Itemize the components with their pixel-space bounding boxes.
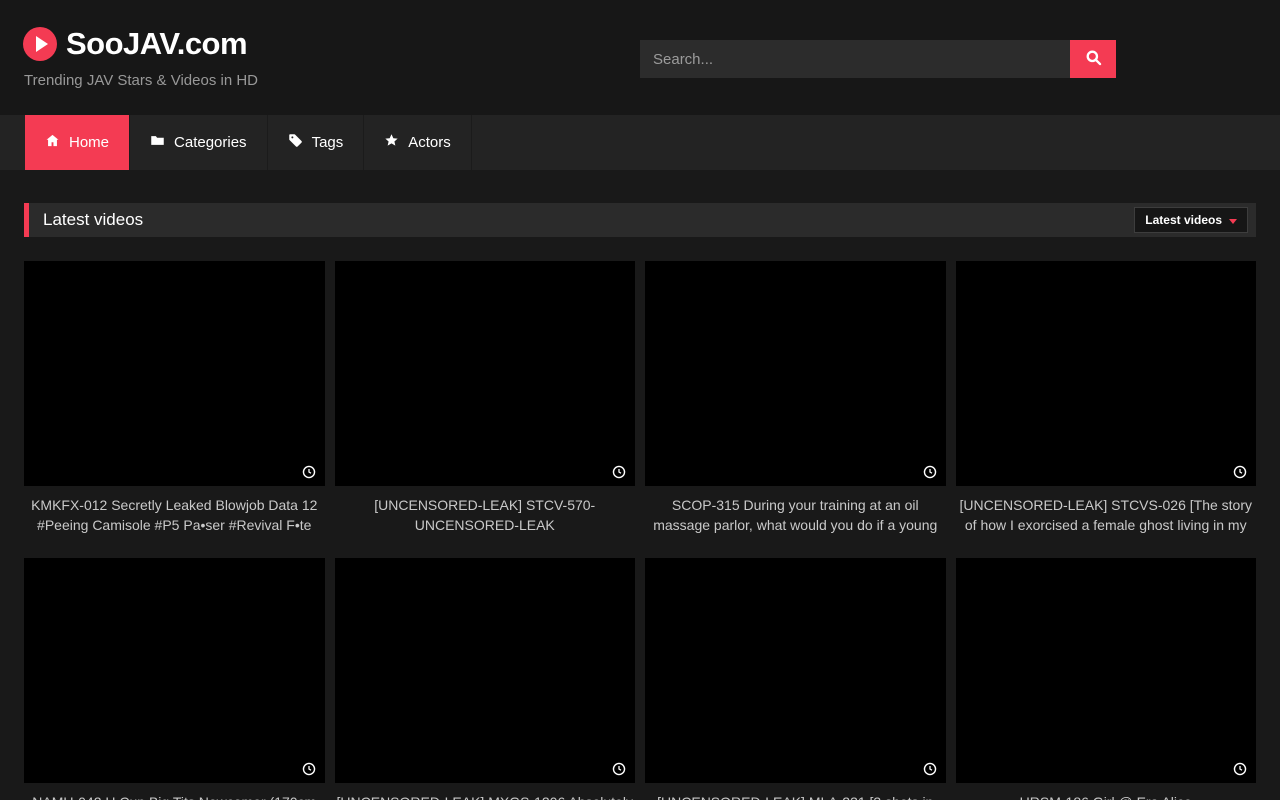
clock-icon — [612, 762, 626, 776]
nav-label: Actors — [408, 134, 451, 151]
search-button[interactable] — [1070, 40, 1116, 78]
video-thumbnail[interactable] — [956, 558, 1257, 783]
section-title: Latest videos — [43, 210, 143, 230]
video-title[interactable]: SCOP-315 During your training at an oil … — [645, 495, 946, 535]
video-card: [UNCENSORED-LEAK] STCV-570-UNCENSORED-LE… — [335, 261, 636, 535]
sort-label: Latest videos — [1145, 213, 1222, 227]
site-tagline: Trending JAV Stars & Videos in HD — [24, 72, 258, 89]
video-title[interactable]: [UNCENSORED-LEAK] STCV-570-UNCENSORED-LE… — [335, 495, 636, 535]
site-header: SooJAV.com Trending JAV Stars & Videos i… — [0, 0, 1280, 115]
video-thumbnail[interactable] — [645, 558, 946, 783]
section-accent-bar — [24, 203, 29, 237]
video-thumbnail[interactable] — [335, 558, 636, 783]
video-card: KMKFX-012 Secretly Leaked Blowjob Data 1… — [24, 261, 325, 535]
video-grid: KMKFX-012 Secretly Leaked Blowjob Data 1… — [24, 261, 1256, 800]
video-thumbnail[interactable] — [956, 261, 1257, 486]
video-thumbnail[interactable] — [645, 261, 946, 486]
site-logo[interactable]: SooJAV.com — [23, 26, 247, 62]
video-title[interactable]: URSM-186 Girl @ Era Alice — [956, 792, 1257, 800]
clock-icon — [302, 762, 316, 776]
video-thumbnail[interactable] — [24, 261, 325, 486]
clock-icon — [923, 762, 937, 776]
video-card: NAMU-042 H Cup Big Tits Newcomer (170cm … — [24, 558, 325, 800]
tag-icon — [288, 133, 303, 152]
video-title[interactable]: [UNCENSORED-LEAK] MLA-231 [3 shots in — [645, 792, 946, 800]
video-title[interactable]: KMKFX-012 Secretly Leaked Blowjob Data 1… — [24, 495, 325, 535]
video-card: [UNCENSORED-LEAK] MLA-231 [3 shots in — [645, 558, 946, 800]
video-card: URSM-186 Girl @ Era Alice — [956, 558, 1257, 800]
caret-down-icon — [1229, 219, 1237, 224]
search-icon — [1085, 49, 1102, 69]
sort-dropdown-button[interactable]: Latest videos — [1134, 207, 1248, 233]
clock-icon — [923, 465, 937, 479]
nav-item-tags[interactable]: Tags — [268, 115, 365, 170]
video-title[interactable]: [UNCENSORED-LEAK] STCVS-026 [The story o… — [956, 495, 1257, 535]
nav-item-categories[interactable]: Categories — [130, 115, 268, 170]
clock-icon — [302, 465, 316, 479]
main-nav: Home Categories Tags Actors — [0, 115, 1280, 170]
video-thumbnail[interactable] — [335, 261, 636, 486]
logo-text: SooJAV.com — [66, 26, 247, 62]
search-bar — [640, 40, 1116, 78]
home-icon — [45, 133, 60, 152]
video-thumbnail[interactable] — [24, 558, 325, 783]
nav-label: Categories — [174, 134, 247, 151]
clock-icon — [1233, 465, 1247, 479]
nav-label: Home — [69, 134, 109, 151]
video-card: [UNCENSORED-LEAK] STCVS-026 [The story o… — [956, 261, 1257, 535]
section-header: Latest videos Latest videos — [24, 203, 1256, 237]
clock-icon — [1233, 762, 1247, 776]
nav-item-home[interactable]: Home — [25, 115, 130, 170]
star-icon — [384, 133, 399, 152]
video-title[interactable]: [UNCENSORED-LEAK] MXGS-1206 Absolutely — [335, 792, 636, 800]
clock-icon — [612, 465, 626, 479]
video-card: [UNCENSORED-LEAK] MXGS-1206 Absolutely — [335, 558, 636, 800]
play-logo-icon — [23, 27, 57, 61]
search-input[interactable] — [640, 40, 1070, 78]
main-content: Latest videos Latest videos KMKFX-012 Se… — [0, 203, 1280, 800]
nav-label: Tags — [312, 134, 344, 151]
video-title[interactable]: NAMU-042 H Cup Big Tits Newcomer (170cm … — [24, 792, 325, 800]
video-card: SCOP-315 During your training at an oil … — [645, 261, 946, 535]
folder-icon — [150, 133, 165, 152]
nav-item-actors[interactable]: Actors — [364, 115, 472, 170]
